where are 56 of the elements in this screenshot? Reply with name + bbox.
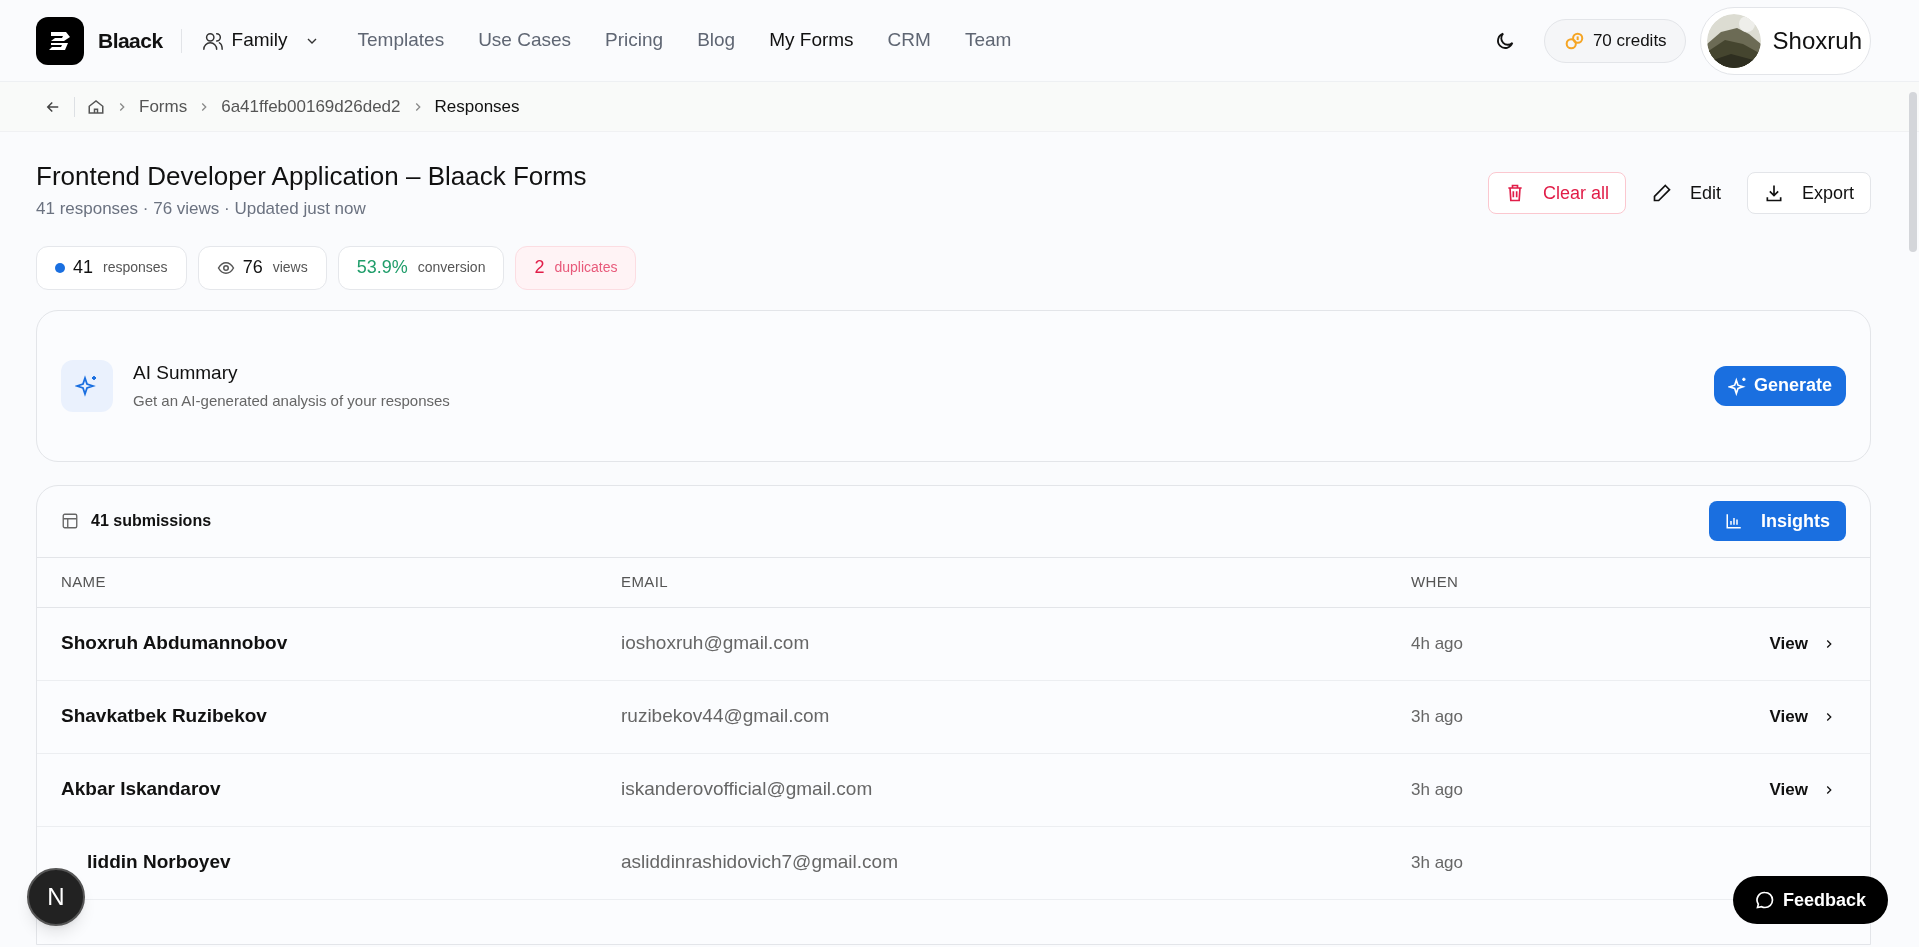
feedback-button[interactable]: Feedback: [1733, 876, 1889, 924]
action-button[interactable]: Clear all: [1487, 172, 1626, 214]
nav-link[interactable]: My Forms: [769, 26, 854, 55]
name-cell: Shavkatbek Ruzibekov: [61, 705, 267, 727]
pencil-icon: [1651, 183, 1672, 203]
card-title: AI Summary: [133, 361, 239, 385]
credits-pill[interactable]: 70 credits: [1543, 18, 1686, 63]
nav-link[interactable]: CRM: [887, 26, 931, 55]
breadcrumb-link[interactable]: Forms: [139, 93, 188, 120]
name-cell: Akbar Iskandarov: [61, 778, 221, 800]
breadcrumb-link[interactable]: 6a41ffeb00169d26ded2: [221, 93, 401, 120]
view-link[interactable]: View: [1769, 630, 1836, 657]
time-cell: 3h ago: [1411, 852, 1463, 872]
stat-chip: 53.9% conversion: [337, 245, 505, 290]
column-header: WHEN: [1411, 573, 1459, 590]
column-header: NAME: [61, 573, 106, 590]
email-cell: iskanderovofficial@gmail.com: [621, 778, 873, 800]
nav-link[interactable]: Blog: [697, 26, 736, 55]
stat-chip: 2 duplicates: [515, 245, 637, 290]
scrollbar-thumb[interactable]: [1909, 92, 1917, 252]
nav-link[interactable]: Pricing: [605, 26, 664, 55]
view-link[interactable]: View: [1769, 703, 1836, 730]
form-subtitle: 41 responses · 76 views · Updated just now: [36, 198, 367, 220]
sparkles-icon: [1727, 375, 1748, 396]
submissions-count: 41 submissions: [91, 511, 212, 531]
action-button[interactable]: Export: [1746, 172, 1871, 214]
form-title: Frontend Developer Application – Blaack Forms: [36, 160, 588, 193]
nav-link[interactable]: Team: [964, 26, 1012, 55]
profile-button[interactable]: Shoxruh: [1699, 6, 1871, 75]
nav-link[interactable]: Templates: [357, 26, 445, 55]
action-button[interactable]: Edit: [1635, 172, 1737, 214]
time-cell: 3h ago: [1411, 706, 1463, 726]
stat-chip: 76 views: [197, 245, 327, 290]
email-cell: ruzibekov44@gmail.com: [621, 705, 830, 727]
generate-button[interactable]: Generate: [1713, 365, 1846, 406]
time-cell: 3h ago: [1411, 779, 1463, 799]
home-icon[interactable]: [87, 97, 105, 116]
stat-chip: 41 responses: [36, 245, 187, 290]
name-cell: liddin Norboyev: [87, 851, 231, 873]
nav-link[interactable]: Use Cases: [478, 26, 572, 55]
brand-name[interactable]: Blaack: [98, 24, 163, 57]
name-cell: Shoxruh Abdumannobov: [61, 632, 288, 654]
chat-bubble-icon: [1755, 890, 1775, 910]
insights-button[interactable]: Insights: [1709, 501, 1846, 541]
email-cell: asliddinrashidovich7@gmail.com: [621, 851, 898, 873]
email-cell: ioshoxruh@gmail.com: [621, 632, 810, 654]
sparkles-icon: [61, 359, 113, 412]
bar-chart-icon: [1725, 512, 1743, 530]
view-link[interactable]: View: [1769, 776, 1836, 803]
column-header: EMAIL: [621, 573, 668, 590]
time-cell: 4h ago: [1411, 633, 1463, 653]
logo-icon[interactable]: [36, 16, 84, 65]
table-icon: [61, 512, 79, 530]
breadcrumb-link[interactable]: Responses: [434, 93, 520, 120]
card-description: Get an AI-generated analysis of your responses: [133, 390, 450, 411]
workspace-switcher[interactable]: Family: [201, 26, 320, 55]
